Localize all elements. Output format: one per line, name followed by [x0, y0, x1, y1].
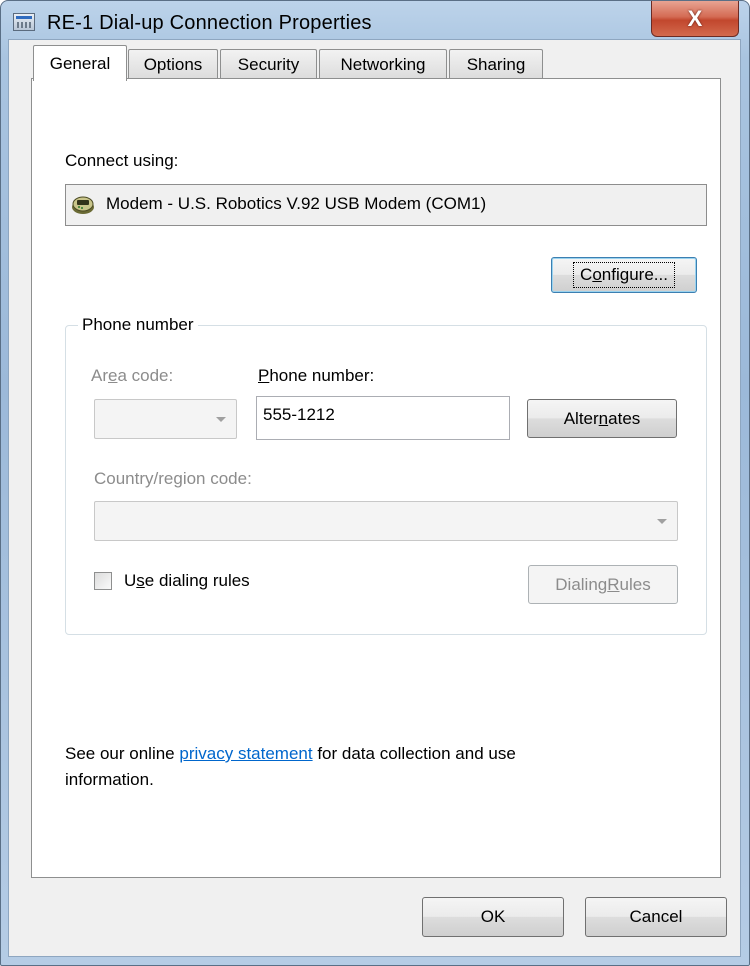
chevron-down-icon [657, 519, 667, 524]
dialing-rules-button[interactable]: Dialing Rules [528, 565, 678, 604]
use-dialing-rules-label[interactable]: Use dialing rules [124, 571, 250, 591]
general-tab-panel: Connect using: Modem - U.S. Robotics V.9… [31, 78, 721, 878]
dialing-rules-label-start: Dialing [555, 574, 608, 594]
device-name: Modem - U.S. Robotics V.92 USB Modem (CO… [106, 194, 487, 213]
phone-number-group-legend: Phone number [78, 315, 198, 335]
tab-sharing-label: Sharing [466, 54, 526, 74]
configure-button[interactable]: Configure... [551, 257, 697, 293]
privacy-notice: See our online privacy statement for dat… [65, 741, 516, 793]
privacy-statement-link[interactable]: privacy statement [179, 744, 312, 763]
tab-sharing[interactable]: Sharing [449, 49, 543, 79]
tab-options-label: Options [143, 54, 203, 74]
chevron-down-icon [216, 417, 226, 422]
alternates-label-start: Alter [563, 408, 599, 428]
ok-button[interactable]: OK [422, 897, 564, 937]
cancel-label: Cancel [629, 907, 683, 926]
connect-using-label: Connect using: [65, 151, 179, 170]
dialing-rules-label-end: ules [619, 574, 651, 594]
alternates-mnemonic: n [598, 408, 609, 428]
privacy-text-end: for data collection and use [312, 744, 516, 763]
tab-networking-label: Networking [340, 54, 426, 74]
alternates-button[interactable]: Alter n ates [527, 399, 677, 438]
dialing-rules-mnemonic: R [607, 574, 620, 594]
alternates-label-end: ates [608, 408, 641, 428]
title-bar[interactable]: RE-1 Dial-up Connection Properties X [1, 1, 749, 39]
area-code-combo[interactable] [94, 399, 237, 439]
country-region-label: Country/region code: [94, 469, 252, 488]
tab-general-label: General [49, 53, 111, 73]
window-title: RE-1 Dial-up Connection Properties [47, 12, 372, 34]
cancel-button[interactable]: Cancel [585, 897, 727, 937]
dialog-window: RE-1 Dial-up Connection Properties X Gen… [0, 0, 750, 966]
close-button[interactable]: X [651, 1, 739, 37]
use-dialing-rules-checkbox[interactable] [94, 572, 112, 590]
configure-mnemonic: o [592, 265, 602, 284]
tab-networking[interactable]: Networking [319, 49, 447, 79]
tab-general[interactable]: General [33, 45, 127, 81]
phone-number-value: 555-1212 [263, 405, 335, 424]
tab-security-label: Security [237, 54, 300, 74]
phone-number-label: Phone number: [258, 366, 375, 385]
close-icon: X [687, 5, 703, 31]
configure-label-start: C [580, 265, 593, 284]
country-region-combo[interactable] [94, 501, 678, 541]
connect-using-device[interactable]: Modem - U.S. Robotics V.92 USB Modem (CO… [65, 184, 707, 226]
dialup-connection-icon[interactable] [13, 13, 35, 31]
privacy-text-start: See our online [65, 744, 180, 763]
tab-options[interactable]: Options [128, 49, 218, 79]
configure-label-end: nfigure... [601, 265, 668, 284]
tab-security[interactable]: Security [220, 49, 317, 79]
modem-icon [72, 196, 94, 214]
area-code-label: Area code: [91, 366, 174, 385]
phone-number-input[interactable]: 555-1212 [256, 396, 510, 440]
ok-label: OK [480, 907, 506, 926]
phone-number-group: Phone number Area code: Phone number: 55… [65, 315, 707, 635]
privacy-text-line2: information. [65, 770, 154, 789]
